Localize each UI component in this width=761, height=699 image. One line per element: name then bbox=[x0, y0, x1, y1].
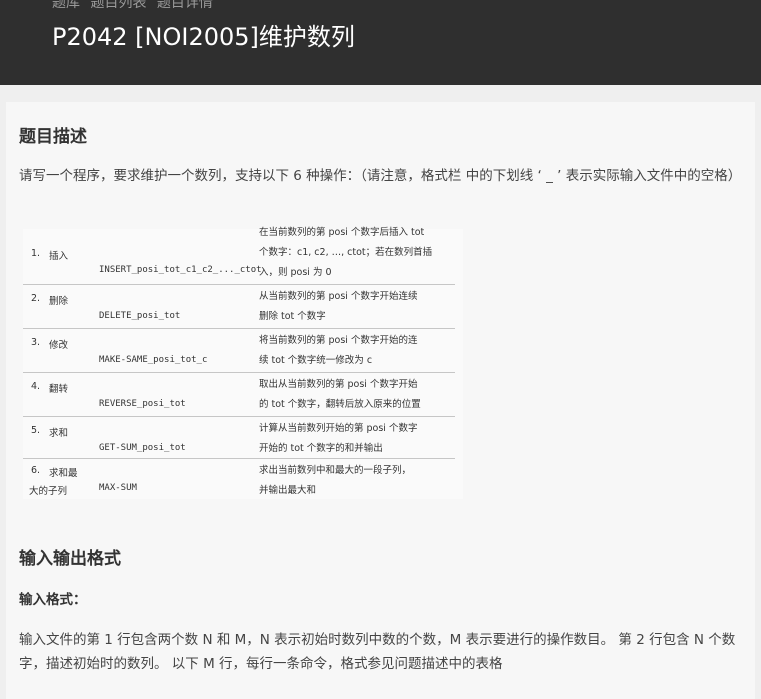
op-command: DELETE_posi_tot bbox=[99, 311, 181, 321]
input-format-label: 输入格式： bbox=[19, 592, 87, 608]
description-text: 请写一个程序，要求维护一个数列，支持以下 6 种操作：（请注意，格式栏 中的下划… bbox=[19, 168, 742, 184]
op-number: 3. bbox=[31, 337, 41, 348]
description-heading: 题目描述 bbox=[19, 127, 87, 147]
problem-card: 题目描述 请写一个程序，要求维护一个数列，支持以下 6 种操作：（请注意，格式栏… bbox=[6, 102, 755, 699]
op-command: INSERT_posi_tot_c1_c2_..._ctot bbox=[99, 265, 262, 275]
op-name: 求和最 bbox=[49, 468, 78, 479]
op-number: 5. bbox=[31, 425, 41, 436]
table-row: 4. 翻转 REVERSE_posi_tot 取出从当前数列的第 posi 个数… bbox=[23, 373, 455, 417]
page-header: 题库 题目列表 题目详情 P2042 [NOI2005]维护数列 bbox=[0, 0, 761, 85]
operations-table: 1. 插入 INSERT_posi_tot_c1_c2_..._ctot 在当前… bbox=[23, 227, 463, 499]
op-command: REVERSE_posi_tot bbox=[99, 399, 186, 409]
input-format-text: 输入文件的第 1 行包含两个数 N 和 M，N 表示初始时数列中数的个数，M 表… bbox=[19, 632, 736, 672]
op-description: 在当前数列的第 posi 个数字后插入 tot 个数字：c1, c2, …, c… bbox=[259, 227, 433, 278]
breadcrumb-item[interactable]: 题目列表 bbox=[90, 0, 146, 11]
op-name: 插入 bbox=[49, 251, 69, 262]
table-row: 3. 修改 MAKE-SAME_posi_tot_c 将当前数列的第 posi … bbox=[23, 329, 455, 373]
op-number: 1. bbox=[31, 248, 41, 259]
op-name: 修改 bbox=[49, 340, 69, 351]
breadcrumb: 题库 题目列表 题目详情 bbox=[52, 0, 219, 12]
table-row: 5. 求和 GET-SUM_posi_tot 计算从当前数列开始的第 posi … bbox=[23, 417, 455, 459]
breadcrumb-item[interactable]: 题目详情 bbox=[157, 0, 213, 11]
op-number: 2. bbox=[31, 293, 41, 304]
op-name: 翻转 bbox=[49, 384, 69, 395]
op-description: 将当前数列的第 posi 个数字开始的连 续 tot 个数字统一修改为 c bbox=[259, 335, 418, 366]
io-format-heading: 输入输出格式 bbox=[19, 549, 121, 569]
op-command: MAKE-SAME_posi_tot_c bbox=[99, 355, 208, 365]
op-command: MAX-SUM bbox=[99, 483, 137, 493]
op-description: 从当前数列的第 posi 个数字开始连续 删除 tot 个数字 bbox=[259, 291, 418, 322]
op-name-continued: 大的子列 bbox=[29, 486, 68, 497]
op-description: 计算从当前数列开始的第 posi 个数字 开始的 tot 个数字的和并输出 bbox=[259, 423, 418, 454]
page-title: P2042 [NOI2005]维护数列 bbox=[52, 23, 355, 51]
table-row: 1. 插入 INSERT_posi_tot_c1_c2_..._ctot 在当前… bbox=[23, 227, 455, 285]
op-name: 删除 bbox=[49, 296, 69, 307]
table-row: 2. 删除 DELETE_posi_tot 从当前数列的第 posi 个数字开始… bbox=[23, 285, 455, 329]
op-description: 求出当前数列中和最大的一段子列， 并输出最大和 bbox=[259, 465, 412, 496]
op-name: 求和 bbox=[49, 428, 69, 439]
op-number: 6. bbox=[31, 465, 41, 476]
breadcrumb-item[interactable]: 题库 bbox=[52, 0, 80, 11]
op-command: GET-SUM_posi_tot bbox=[99, 443, 186, 453]
op-number: 4. bbox=[31, 381, 41, 392]
op-description: 取出从当前数列的第 posi 个数字开始 的 tot 个数字，翻转后放入原来的位… bbox=[259, 379, 421, 410]
table-row: 6. 求和最 大的子列 MAX-SUM 求出当前数列中和最大的一段子列， 并输出… bbox=[23, 459, 455, 499]
